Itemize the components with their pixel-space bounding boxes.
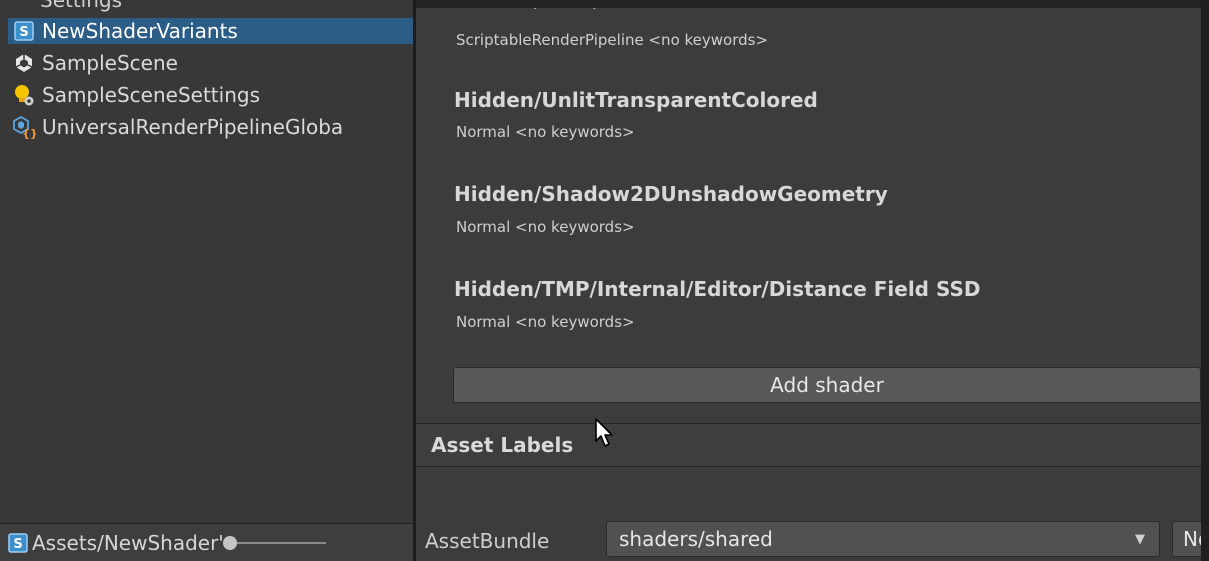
- project-item-universal-render-pipeline[interactable]: {} UniversalRenderPipelineGloba: [8, 114, 413, 140]
- shader-keywords: Normal <no keywords>: [456, 313, 635, 331]
- shader-keywords: Normal <no keywords>: [456, 218, 635, 236]
- shader-variants-icon: S: [10, 19, 38, 43]
- asset-bundle-dropdown[interactable]: shaders/shared ▼: [606, 521, 1160, 557]
- render-pipeline-asset-icon: {}: [10, 115, 38, 139]
- shader-title: Hidden/Shadow2DUnshadowGeometry: [454, 182, 888, 206]
- zoom-slider-knob[interactable]: [222, 535, 237, 550]
- inspector-scroll-edge: [1201, 0, 1209, 561]
- project-item-label: SampleSceneSettings: [42, 83, 260, 107]
- inspector-top-strip: [416, 0, 1209, 8]
- lighting-settings-icon: [10, 83, 38, 107]
- shader-keywords: ScriptableRenderPipeline <no keywords>: [456, 31, 769, 49]
- svg-text:S: S: [13, 537, 22, 552]
- dropdown-arrow-icon: ▼: [1135, 532, 1145, 547]
- project-item-label: SampleScene: [42, 51, 178, 75]
- project-item-new-shader-variants[interactable]: S NewShaderVariants: [8, 18, 413, 44]
- add-shader-button[interactable]: Add shader: [453, 367, 1201, 403]
- inspector-panel: Hidden/Core/LensFlareDataDrivenPreview S…: [416, 0, 1209, 561]
- zoom-slider[interactable]: [222, 535, 326, 550]
- asset-bundle-row: AssetBundle shaders/shared ▼ No: [416, 517, 1209, 561]
- svg-text:S: S: [19, 25, 28, 40]
- project-item-label: NewShaderVariants: [42, 19, 238, 43]
- shader-variants-icon: S: [8, 532, 28, 553]
- shader-title: Hidden/TMP/Internal/Editor/Distance Fiel…: [454, 277, 981, 301]
- asset-bundle-value: shaders/shared: [619, 527, 773, 551]
- cut-off-list-item: Settings: [40, 0, 123, 12]
- asset-labels-title: Asset Labels: [431, 433, 574, 457]
- project-item-sample-scene[interactable]: SampleScene: [8, 50, 413, 76]
- mouse-cursor-icon: [595, 418, 613, 447]
- project-panel: Settings S NewShaderVariants SampleScene…: [0, 0, 413, 561]
- selected-asset-path: Assets/NewShader': [32, 530, 224, 555]
- shader-keywords: Normal <no keywords>: [456, 123, 635, 141]
- project-item-sample-scene-settings[interactable]: SampleSceneSettings: [8, 82, 413, 108]
- svg-text:{}: {}: [22, 127, 36, 139]
- asset-labels-area: [416, 467, 1201, 517]
- asset-bundle-label: AssetBundle: [425, 529, 550, 553]
- shader-title: Hidden/UnlitTransparentColored: [454, 88, 818, 112]
- project-path-bar: S Assets/NewShader': [0, 523, 413, 561]
- asset-labels-header[interactable]: Asset Labels: [416, 423, 1201, 467]
- unity-scene-icon: [10, 51, 38, 75]
- project-item-label: UniversalRenderPipelineGloba: [42, 115, 344, 139]
